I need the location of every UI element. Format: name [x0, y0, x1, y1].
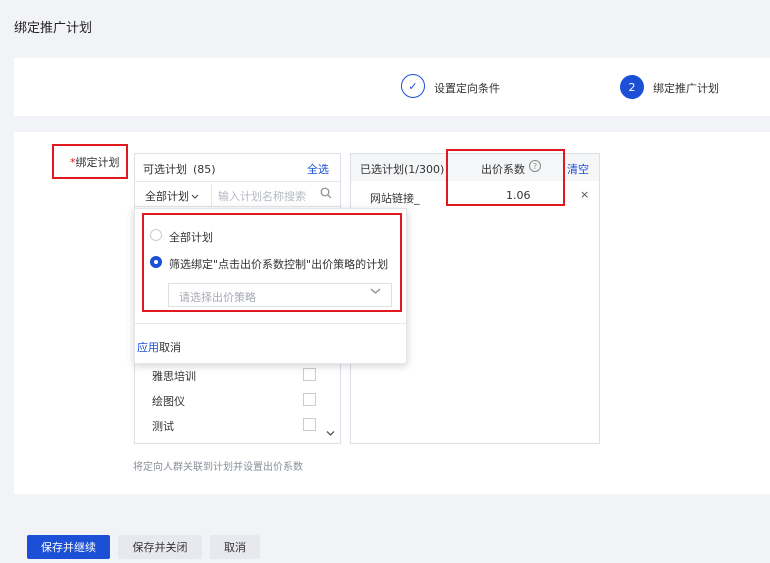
select-all-link[interactable]: 全选 — [307, 161, 329, 177]
bind-hint-text: 将定向人群关联到计划并设置出价系数 — [133, 462, 303, 473]
highlight-box-filter-options — [142, 213, 402, 312]
page-title: 绑定推广计划 — [14, 21, 93, 36]
plan-checkbox[interactable] — [303, 368, 316, 381]
save-close-button[interactable]: 保存并关闭 — [118, 535, 202, 559]
apply-button[interactable]: 应用 — [137, 339, 159, 355]
filter-separator — [211, 184, 212, 206]
plan-list-item: 测试 — [152, 420, 174, 433]
search-icon[interactable] — [320, 187, 332, 199]
plan-list-item: 绘图仪 — [152, 395, 185, 408]
available-plans-title: 可选计划 (85) — [143, 161, 216, 177]
plan-checkbox[interactable] — [303, 418, 316, 431]
plan-list-item: 雅思培训 — [152, 370, 196, 383]
chevron-down-icon — [191, 194, 199, 199]
panel-divider — [135, 206, 340, 207]
cancel-button[interactable]: 取消 — [210, 535, 260, 559]
dropdown-cancel-button[interactable]: 取消 — [159, 339, 181, 355]
highlight-box-coefficient — [446, 149, 565, 206]
dropdown-divider — [135, 323, 406, 324]
step-2-label: 绑定推广计划 — [653, 82, 719, 95]
available-plans-title-text: 可选计划 — [143, 163, 187, 176]
save-continue-button[interactable]: 保存并继续 — [27, 535, 110, 559]
step-1-check-icon: ✓ — [401, 74, 425, 98]
selected-plan-name: 网站链接_ — [370, 192, 420, 205]
bind-plan-label-text: 绑定计划 — [75, 156, 120, 169]
remove-icon[interactable]: × — [580, 188, 589, 201]
step-2-indicator: 2 — [620, 75, 644, 99]
plan-checkbox[interactable] — [303, 393, 316, 406]
clear-link[interactable]: 清空 — [567, 161, 589, 177]
plan-filter-select[interactable]: 全部计划 — [145, 188, 199, 204]
available-plans-count: (85) — [193, 163, 216, 176]
bind-plan-label: *绑定计划 — [70, 154, 120, 170]
plan-search-input[interactable]: 输入计划名称搜索 — [218, 188, 306, 204]
plan-filter-value: 全部计划 — [145, 190, 189, 203]
selected-plans-title: 已选计划(1/300) — [360, 163, 445, 176]
panel-divider — [135, 181, 340, 182]
scroll-down-icon[interactable] — [326, 430, 335, 437]
step-1-label: 设置定向条件 — [434, 82, 500, 95]
